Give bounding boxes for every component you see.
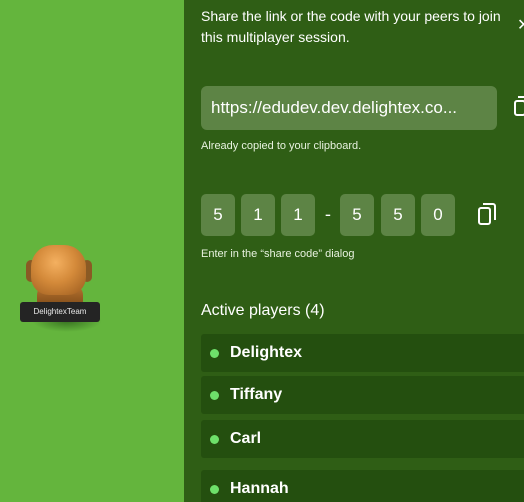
- clipboard-confirmation: Already copied to your clipboard.: [201, 140, 362, 152]
- code-digit: 5: [381, 194, 415, 236]
- player-name: Carl: [230, 430, 262, 447]
- player-list-item: Hannah: [201, 470, 524, 502]
- avatar-name-tag: DelightexTeam: [20, 302, 100, 322]
- player-name: Delightex: [230, 344, 303, 361]
- avatar-head: [31, 245, 86, 295]
- online-status-dot: [210, 391, 219, 400]
- online-status-dot: [210, 435, 219, 444]
- player-avatar[interactable]: DelightexTeam: [20, 240, 102, 340]
- code-digit: 1: [241, 194, 275, 236]
- online-status-dot: [210, 349, 219, 358]
- code-digit: 5: [340, 194, 374, 236]
- player-list-item: Tiffany: [201, 376, 524, 414]
- code-separator: -: [324, 205, 332, 225]
- code-digit: 0: [421, 194, 455, 236]
- player-list-item: Delightex: [201, 334, 524, 372]
- share-link-field[interactable]: https://edudev.dev.delightex.co...: [201, 86, 497, 130]
- player-list-item: Carl: [201, 420, 524, 458]
- active-players-heading: Active players (4): [201, 302, 325, 319]
- share-panel: Share the link or the code with your pee…: [184, 0, 524, 502]
- copy-link-icon[interactable]: [514, 96, 524, 118]
- player-name: Hannah: [230, 480, 289, 497]
- online-status-dot: [210, 485, 219, 494]
- scene-viewport[interactable]: DelightexTeam: [0, 0, 184, 502]
- close-icon[interactable]: ✕: [517, 17, 524, 33]
- player-name: Tiffany: [230, 386, 283, 403]
- share-instructions: Share the link or the code with your pee…: [201, 8, 501, 45]
- share-code-hint: Enter in the “share code” dialog: [201, 248, 355, 260]
- copy-code-icon[interactable]: [478, 203, 496, 227]
- code-digit: 5: [201, 194, 235, 236]
- code-digit: 1: [281, 194, 315, 236]
